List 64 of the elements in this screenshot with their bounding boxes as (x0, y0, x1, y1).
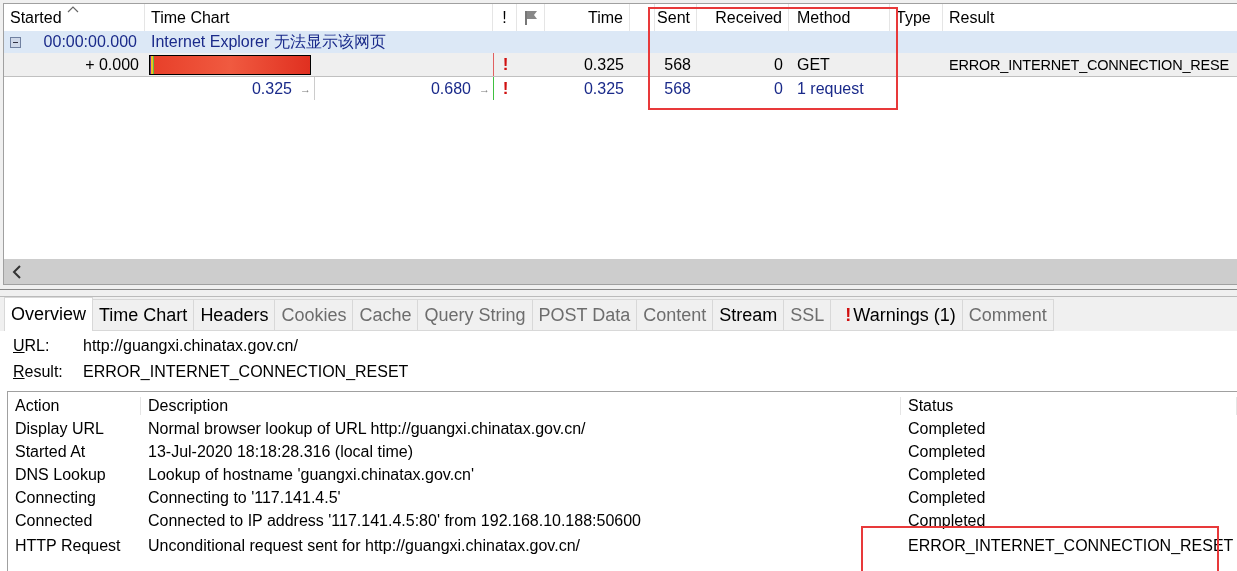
tab[interactable]: !Warnings (1) (831, 299, 963, 331)
table-cell: Completed (908, 488, 986, 506)
collapse-icon[interactable] (10, 36, 21, 48)
table-cell: Display URL (15, 419, 104, 437)
table-cell: 0.325 (583, 55, 624, 74)
table-cell: 0.325 (251, 79, 292, 98)
field-label: Result: (13, 362, 64, 382)
table-cell: GET (797, 55, 830, 74)
tab[interactable]: Time Chart (93, 299, 195, 331)
tab[interactable]: Overview (4, 297, 93, 331)
table-cell: Connected to IP address '117.141.4.5:80' from 192.168.10.188:50600 (148, 511, 641, 529)
tab[interactable]: Stream (713, 299, 785, 331)
column-header[interactable]: Sent (657, 8, 690, 27)
column-header[interactable]: Status (908, 396, 954, 414)
table-cell: Completed (908, 511, 986, 529)
warning-icon: ! (502, 78, 509, 99)
arrow-icon: → (300, 82, 311, 95)
group-row[interactable]: 00:00:00.000 Internet Explorer 无法显示该网页 (4, 31, 1237, 53)
table-cell: 1 request (797, 79, 864, 98)
field-label: URL: (13, 337, 51, 356)
table-cell: 13-Jul-2020 18:18:28.316 (local time) (148, 442, 414, 460)
group-start-time: 00:00:00.000 (43, 33, 137, 51)
request-row[interactable]: + 0.000 ! 0.325 568 0 GET ERROR_INTERNET_CONNECTION_RESE (4, 53, 1237, 77)
table-cell: 0.325 (583, 79, 624, 98)
table-cell: Completed (908, 442, 986, 460)
table-cell: HTTP Request (15, 537, 121, 554)
column-header[interactable]: Action (15, 396, 60, 414)
table-cell: 568 (664, 55, 691, 74)
group-title: Internet Explorer 无法显示该网页 (150, 31, 387, 52)
field-value: http://guangxi.chinatax.gov.cn/ (83, 337, 299, 356)
table-cell: Normal browser lookup of URL http://guangxi.chinatax.gov.cn/ (148, 419, 586, 437)
table-cell: + 0.000 (85, 55, 139, 74)
column-header[interactable]: ! (502, 8, 507, 27)
column-header[interactable]: Method (797, 8, 851, 27)
warning-icon: ! (845, 304, 852, 326)
field-value: ERROR_INTERNET_CONNECTION_RESET (83, 362, 410, 382)
column-header[interactable]: Type (896, 8, 931, 27)
column-header[interactable]: Received (715, 8, 782, 27)
column-header[interactable]: Description (148, 396, 229, 414)
table-cell: DNS Lookup (15, 465, 106, 483)
column-header[interactable]: Started (10, 8, 62, 27)
table-cell: Unconditional request sent for http://guangxi.chinatax.gov.cn/ (148, 537, 580, 554)
table-cell: 568 (664, 79, 691, 98)
table-cell: 0 (774, 55, 783, 74)
column-header[interactable]: Result (949, 8, 995, 27)
table-cell: 0 (774, 79, 783, 98)
flag-icon (523, 9, 538, 26)
table-cell: 0.680 (430, 79, 471, 98)
column-header[interactable]: Time (588, 8, 623, 27)
tab[interactable]: Headers (194, 299, 276, 331)
table-cell: Lookup of hostname 'guangxi.chinatax.gov.cn' (148, 465, 475, 483)
table-cell: Connected (15, 511, 93, 529)
column-header[interactable]: Time Chart (151, 8, 230, 27)
scroll-left-icon[interactable] (12, 264, 22, 279)
table-cell: ERROR_INTERNET_CONNECTION_RESE (949, 56, 1229, 73)
table-cell: Connecting (15, 488, 96, 506)
table-cell: Completed (908, 419, 986, 437)
splitter[interactable] (0, 289, 1237, 297)
table-cell: Started At (15, 442, 86, 460)
table-cell: Completed (908, 465, 986, 483)
warning-icon: ! (502, 54, 509, 75)
arrow-icon: → (479, 82, 490, 95)
horizontal-scrollbar[interactable] (4, 259, 1237, 284)
table-cell: Connecting to '117.141.4.5' (148, 488, 341, 506)
